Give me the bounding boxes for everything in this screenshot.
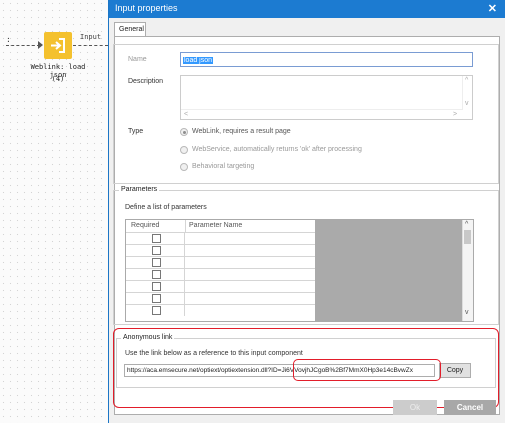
- login-arrow-icon: [51, 38, 65, 53]
- column-header-required[interactable]: Required: [126, 220, 186, 232]
- type-option-behavioral-label: Behavioral targeting: [192, 163, 255, 170]
- scrollbar-thumb[interactable]: [464, 230, 471, 244]
- scroll-down-icon[interactable]: v: [465, 309, 469, 316]
- column-header-parameter-name[interactable]: Parameter Name: [186, 220, 315, 232]
- column-parameter-name-label: Parameter Name: [189, 222, 243, 229]
- type-radio-webservice[interactable]: [180, 146, 188, 154]
- ok-button[interactable]: Ok: [393, 400, 437, 415]
- required-checkbox[interactable]: [152, 294, 161, 303]
- workflow-canvas[interactable]: : Input Weblink: load json (4): [0, 0, 108, 423]
- connector-arrow-icon: [38, 41, 43, 49]
- close-icon[interactable]: ✕: [488, 2, 497, 15]
- table-row[interactable]: [126, 304, 315, 316]
- description-label: Description: [128, 78, 164, 85]
- required-checkbox[interactable]: [152, 282, 161, 291]
- parameters-define-label: Define a list of parameters: [125, 204, 207, 211]
- node-count: (4): [51, 75, 65, 83]
- cancel-button[interactable]: Cancel: [444, 400, 496, 415]
- scroll-left-icon[interactable]: <: [184, 111, 188, 118]
- table-row[interactable]: [126, 268, 315, 280]
- weblink-node[interactable]: [44, 32, 72, 59]
- description-field[interactable]: ^ v < >: [180, 75, 473, 120]
- description-vertical-scrollbar[interactable]: ^ v: [462, 76, 472, 110]
- type-option-weblink-label: WebLink, requires a result page: [192, 128, 291, 135]
- parameters-group-title: Parameters: [119, 186, 160, 193]
- table-row[interactable]: [126, 280, 315, 292]
- type-radio-behavioral[interactable]: [180, 163, 188, 171]
- required-checkbox[interactable]: [152, 258, 161, 267]
- table-row[interactable]: [126, 244, 315, 256]
- tab-general[interactable]: General: [114, 22, 146, 37]
- incoming-connector: [6, 45, 40, 46]
- scroll-right-icon[interactable]: >: [453, 111, 457, 118]
- required-checkbox[interactable]: [152, 246, 161, 255]
- highlight-annotation-link-id: [293, 359, 441, 381]
- scroll-down-icon[interactable]: v: [465, 100, 469, 107]
- name-label: Name: [128, 56, 147, 63]
- table-row[interactable]: [126, 232, 315, 244]
- required-checkbox[interactable]: [152, 306, 161, 315]
- type-radio-weblink[interactable]: [180, 128, 188, 136]
- scroll-up-icon[interactable]: ^: [465, 77, 468, 84]
- scroll-up-icon[interactable]: ^: [465, 221, 468, 228]
- grid-vertical-scrollbar[interactable]: ^ v: [462, 220, 473, 321]
- dialog-title: Input properties: [115, 3, 178, 13]
- description-horizontal-scrollbar[interactable]: < >: [181, 109, 463, 119]
- parameters-grid[interactable]: Required Parameter Name ^ v: [125, 219, 474, 322]
- type-option-webservice-label: WebService, automatically returns 'ok' a…: [192, 146, 362, 153]
- dialog-titlebar[interactable]: Input properties ✕: [109, 0, 505, 18]
- table-row[interactable]: [126, 256, 315, 268]
- outgoing-connector: [73, 45, 108, 46]
- required-checkbox[interactable]: [152, 270, 161, 279]
- required-checkbox[interactable]: [152, 234, 161, 243]
- type-label: Type: [128, 128, 144, 135]
- name-field[interactable]: load json: [180, 52, 473, 67]
- name-value: load json: [183, 57, 214, 64]
- connector-label: :: [6, 35, 11, 44]
- table-row[interactable]: [126, 292, 315, 304]
- node-output-label: Input: [80, 33, 102, 41]
- column-required-label: Required: [131, 222, 160, 229]
- grid-empty-area: [315, 220, 463, 321]
